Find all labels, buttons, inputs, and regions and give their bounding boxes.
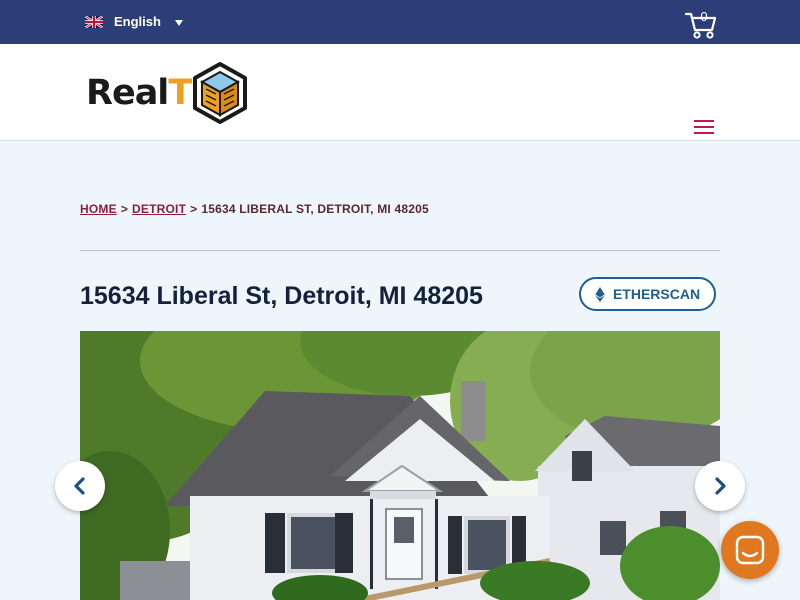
hamburger-icon	[694, 120, 714, 122]
gallery-prev-button[interactable]	[55, 461, 105, 511]
language-label: English	[114, 14, 161, 29]
chat-launcher-button[interactable]	[721, 521, 779, 579]
cart-count: 0	[700, 9, 708, 24]
gallery-next-button[interactable]	[695, 461, 745, 511]
ethereum-icon	[595, 286, 605, 302]
logo-text: RealT	[86, 72, 192, 113]
etherscan-label: ETHERSCAN	[612, 286, 701, 302]
realt-logo[interactable]: RealT	[86, 61, 248, 125]
chevron-left-icon	[74, 477, 85, 495]
breadcrumb: HOME > DETROIT >15634 LIBERAL ST, DETROIT, …	[80, 202, 429, 216]
breadcrumb-current: 15634 LIBERAL ST, DETROIT, MI 48205	[201, 202, 429, 216]
breadcrumb-separator: >	[120, 202, 129, 216]
chat-icon	[735, 535, 765, 565]
site-header: RealT	[0, 44, 800, 141]
chevron-down-icon	[174, 19, 183, 26]
breadcrumb-detroit-link[interactable]: DETROIT	[132, 202, 186, 216]
logo-mark-icon	[193, 62, 248, 124]
property-photo	[80, 331, 720, 600]
divider	[80, 250, 720, 251]
breadcrumb-separator: >	[190, 202, 198, 216]
cart-button[interactable]: 0	[684, 8, 718, 40]
page-title: 15634 Liberal St, Detroit, MI 48205	[80, 282, 483, 310]
language-selector[interactable]: English	[85, 14, 183, 29]
breadcrumb-home-link[interactable]: HOME	[80, 202, 117, 216]
uk-flag-icon	[85, 15, 103, 28]
hamburger-menu-button[interactable]	[694, 120, 714, 134]
etherscan-button[interactable]: ETHERSCAN	[579, 277, 716, 311]
top-bar: English 0	[0, 0, 800, 44]
chevron-right-icon	[715, 477, 726, 495]
